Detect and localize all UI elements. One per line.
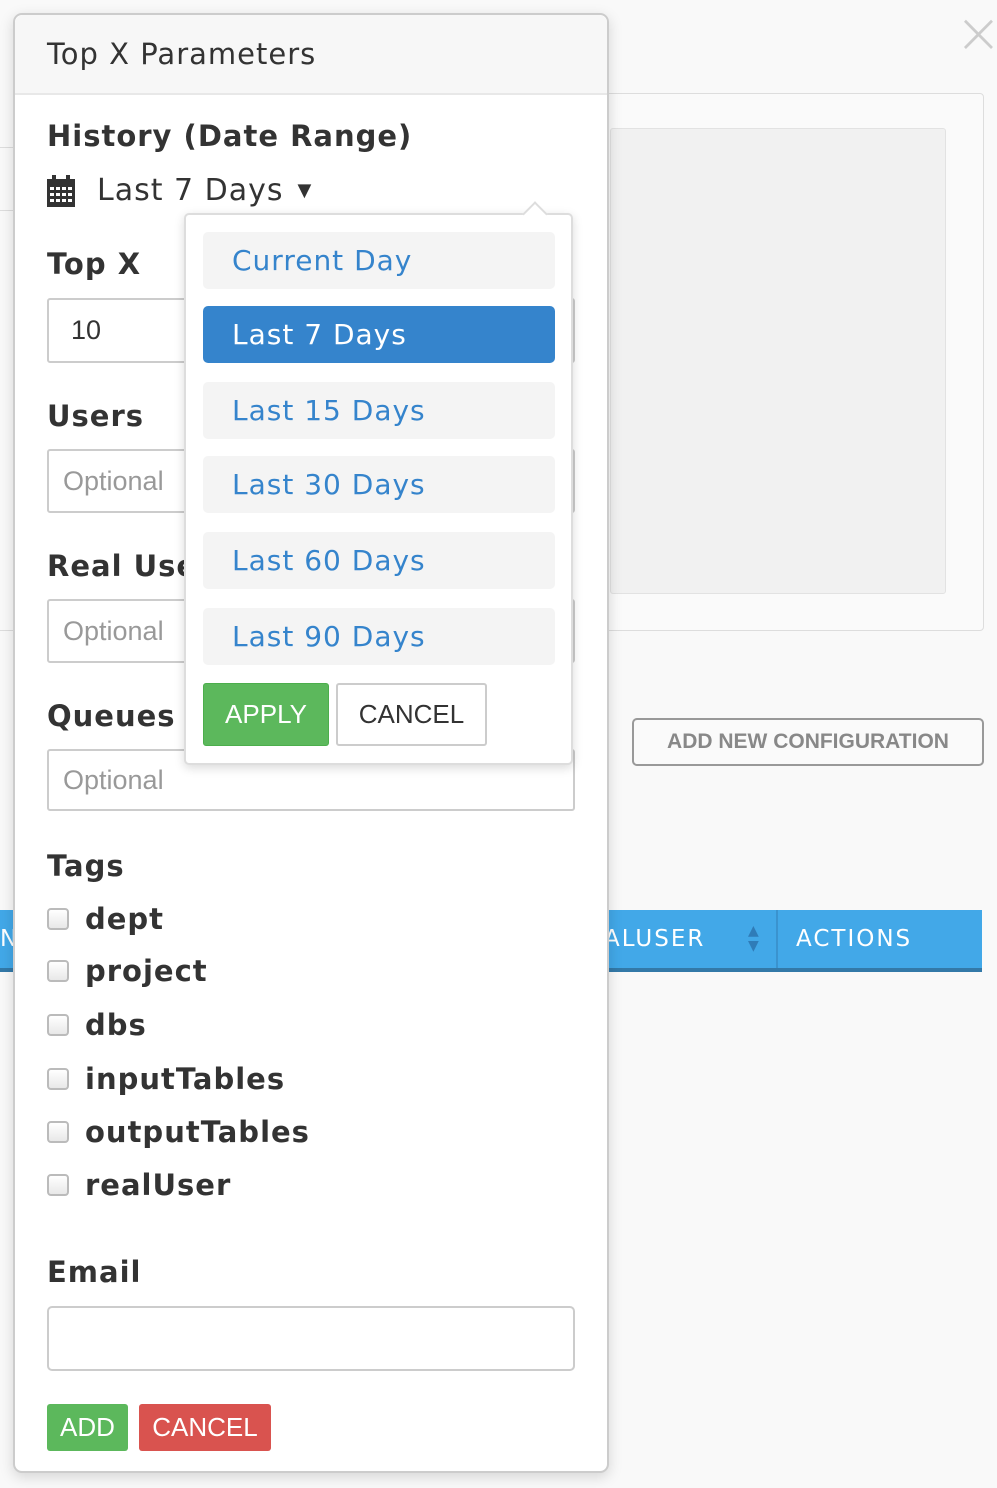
calendar-icon — [47, 174, 75, 207]
date-range-dropdown: Current Day Last 7 Days Last 15 Days Las… — [184, 201, 573, 765]
topx-label: Top X — [47, 247, 142, 281]
tag-checkbox-outputtables[interactable]: outputTables — [47, 1115, 310, 1149]
email-input[interactable] — [47, 1306, 575, 1371]
option-current-day[interactable]: Current Day — [203, 232, 555, 289]
tag-checkbox-realuser[interactable]: realUser — [47, 1168, 231, 1202]
checkbox[interactable] — [47, 1014, 69, 1036]
divider — [0, 210, 14, 211]
tag-checkbox-project[interactable]: project — [47, 954, 208, 988]
checkbox[interactable] — [47, 960, 69, 982]
option-last-90-days[interactable]: Last 90 Days — [203, 608, 555, 665]
divider — [0, 147, 14, 148]
add-new-configuration-button[interactable]: ADD NEW CONFIGURATION — [632, 718, 984, 766]
column-header-actions: ACTIONS — [796, 926, 913, 952]
option-last-15-days[interactable]: Last 15 Days — [203, 382, 555, 439]
option-last-30-days[interactable]: Last 30 Days — [203, 456, 555, 513]
checkbox[interactable] — [47, 1121, 69, 1143]
sort-icon[interactable]: ▲ ▼ — [748, 924, 761, 954]
date-range-toggle[interactable]: Last 7 Days ▼ — [47, 173, 311, 208]
background-inner-box — [610, 128, 946, 594]
queues-label: Queues — [47, 699, 176, 733]
close-icon[interactable]: × — [955, 6, 997, 62]
apply-button[interactable]: APPLY — [203, 683, 329, 746]
add-button[interactable]: ADD — [47, 1404, 128, 1451]
column-header-realuser[interactable]: ALUSER — [604, 926, 705, 952]
tag-checkbox-inputtables[interactable]: inputTables — [47, 1062, 285, 1096]
caret-down-icon: ▼ — [297, 180, 312, 201]
option-last-7-days[interactable]: Last 7 Days — [203, 306, 555, 363]
divider — [0, 630, 14, 631]
checkbox[interactable] — [47, 1068, 69, 1090]
tag-checkbox-dbs[interactable]: dbs — [47, 1008, 147, 1042]
column-divider — [776, 910, 778, 968]
modal-title: Top X Parameters — [47, 37, 317, 71]
checkbox[interactable] — [47, 1174, 69, 1196]
checkbox[interactable] — [47, 908, 69, 930]
cancel-button[interactable]: CANCEL — [139, 1404, 271, 1451]
history-label: History (Date Range) — [47, 119, 413, 153]
dropdown-cancel-button[interactable]: CANCEL — [336, 683, 487, 746]
tag-checkbox-dept[interactable]: dept — [47, 902, 164, 936]
selected-range: Last 7 Days — [97, 173, 284, 208]
email-label: Email — [47, 1255, 142, 1289]
modal-header: Top X Parameters — [15, 15, 607, 95]
tags-label: Tags — [47, 849, 125, 883]
option-last-60-days[interactable]: Last 60 Days — [203, 532, 555, 589]
users-label: Users — [47, 399, 145, 433]
